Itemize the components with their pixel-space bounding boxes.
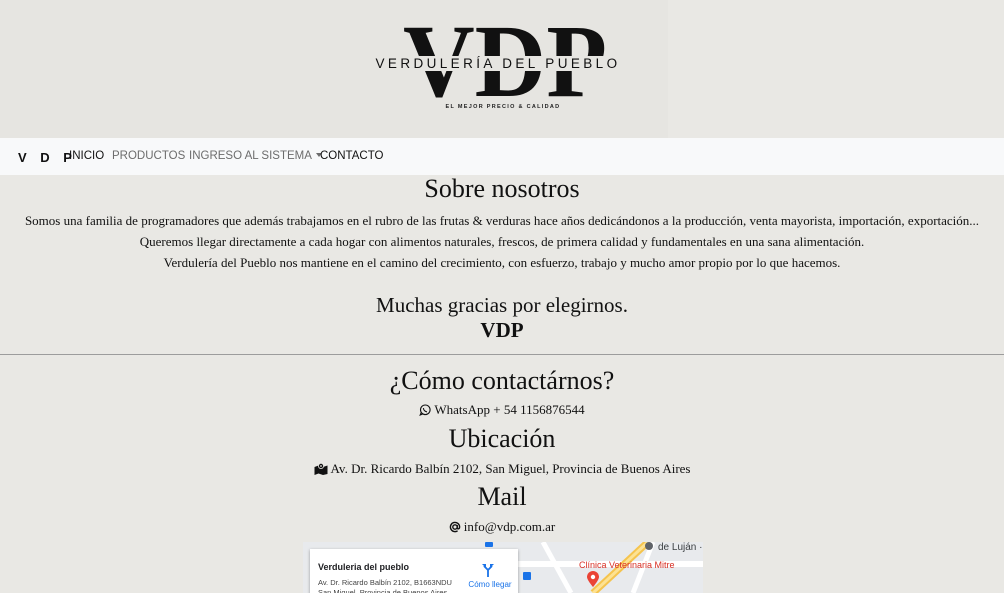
map-marked-icon bbox=[314, 463, 327, 475]
whatsapp-text[interactable]: WhatsApp + 54 1156876544 bbox=[434, 402, 584, 417]
embedded-map[interactable]: de Luján · C Clínica Veterinaria Mitre V… bbox=[303, 542, 703, 593]
nav-link-inicio-label: INICIO bbox=[69, 150, 105, 162]
address-line: Av. Dr. Ricardo Balbín 2102, San Miguel,… bbox=[0, 461, 1004, 477]
about-paragraph: Queremos llegar directamente a cada hoga… bbox=[139, 234, 865, 249]
nav-link-inicio[interactable]: INICIO bbox=[69, 150, 104, 162]
thanks-text: Muchas gracias por elegirnos. bbox=[376, 293, 628, 317]
nav-link-contacto-label: CONTACTO bbox=[320, 150, 384, 162]
map-poi-label[interactable]: Clínica Veterinaria Mitre bbox=[579, 560, 675, 570]
map-street-label: de Luján · C bbox=[658, 542, 703, 553]
logo-name-text: VERDULERÍA DEL PUEBLO bbox=[370, 56, 626, 71]
address-text: Av. Dr. Ricardo Balbín 2102, San Miguel,… bbox=[330, 461, 691, 476]
location-title: Ubicación bbox=[448, 424, 556, 453]
nav-link-contacto[interactable]: CONTACTO bbox=[320, 150, 383, 162]
header-banner: VDP VERDULERÍA DEL PUEBLO EL MEJOR PRECI… bbox=[0, 0, 1004, 138]
map-place-address: Av. Dr. Ricardo Balbín 2102, B1663NDU Sa… bbox=[318, 578, 452, 593]
directions-icon[interactable] bbox=[482, 563, 494, 577]
nav-link-productos-label: PRODUCTOS bbox=[112, 150, 186, 162]
email-line: info@vdp.com.ar bbox=[0, 519, 1004, 535]
whatsapp-icon bbox=[419, 404, 432, 416]
whatsapp-line: WhatsApp + 54 1156876544 bbox=[0, 402, 1004, 418]
signature-text: VDP bbox=[480, 318, 524, 342]
contact-title: ¿Cómo contactárnos? bbox=[389, 366, 615, 395]
mail-title: Mail bbox=[477, 482, 527, 511]
nav-dropdown-ingreso[interactable]: INGRESO AL SISTEMA bbox=[189, 150, 322, 162]
about-paragraph: Verdulería del Pueblo nos mantiene en el… bbox=[163, 255, 841, 270]
navbar: V D P INICIO PRODUCTOS INGRESO AL SISTEM… bbox=[0, 138, 1004, 175]
logo-name: VERDULERÍA DEL PUEBLO bbox=[343, 56, 653, 71]
logo-slogan: EL MEJOR PRECIO & CALIDAD bbox=[445, 104, 561, 110]
section-divider bbox=[0, 354, 1004, 355]
map-place-name: Verduleria del pueblo bbox=[318, 562, 410, 572]
map-pin-icon bbox=[587, 571, 599, 587]
map-place-card: Verduleria del pueblo Av. Dr. Ricardo Ba… bbox=[310, 549, 518, 593]
nav-dropdown-ingreso-label: INGRESO AL SISTEMA bbox=[189, 150, 312, 162]
about-title: Sobre nosotros bbox=[424, 174, 580, 203]
map-directions-link[interactable]: Cómo llegar bbox=[462, 580, 518, 589]
at-icon bbox=[449, 521, 461, 533]
email-text[interactable]: info@vdp.com.ar bbox=[464, 519, 555, 534]
about-paragraph: Somos una familia de programadores que a… bbox=[24, 213, 980, 228]
nav-link-productos[interactable]: PRODUCTOS bbox=[112, 150, 185, 162]
